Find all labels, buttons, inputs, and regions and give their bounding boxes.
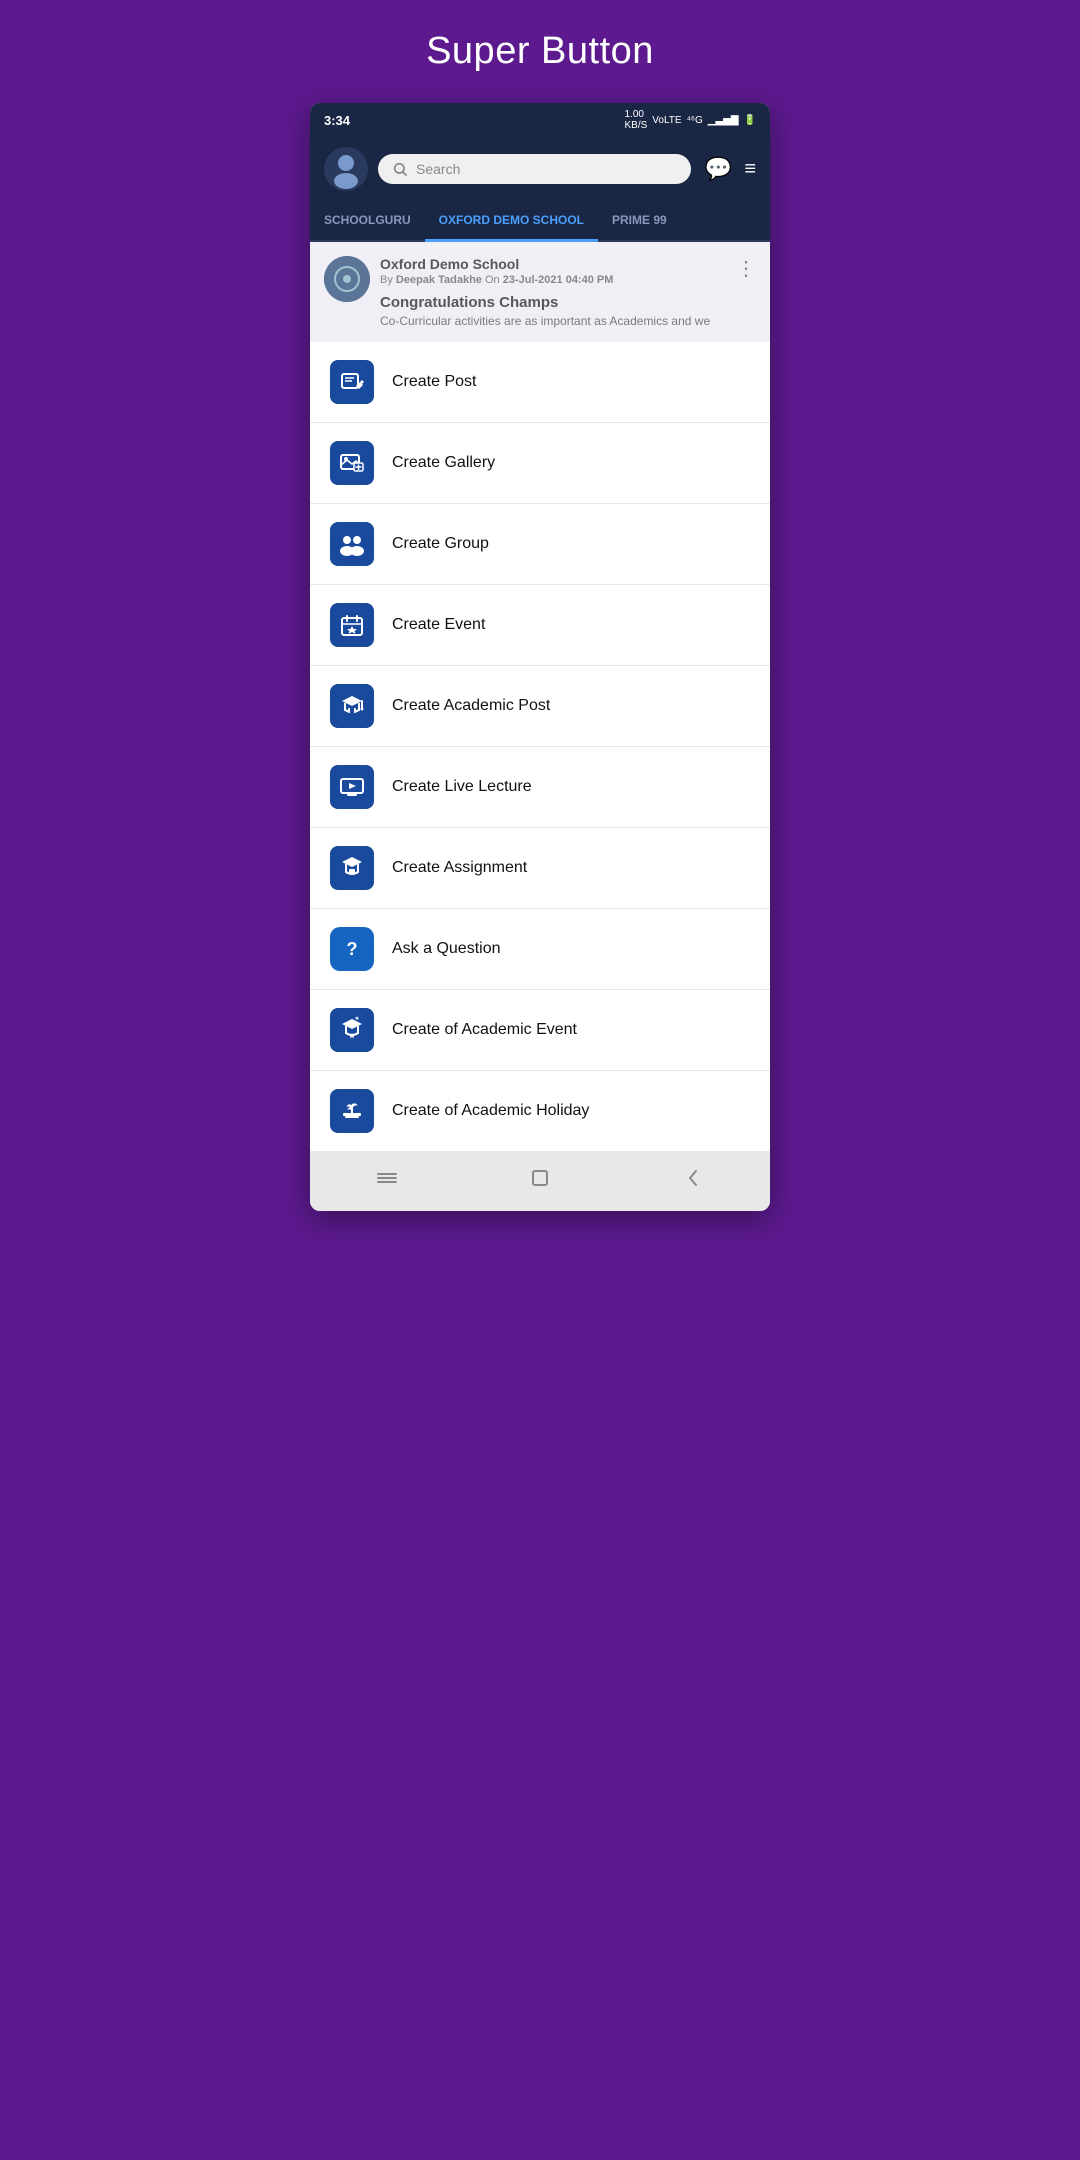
- create-live-lecture-label: Create Live Lecture: [392, 778, 532, 796]
- create-group-label: Create Group: [392, 535, 489, 553]
- search-icon: [392, 161, 408, 177]
- post-school-name: Oxford Demo School: [380, 256, 726, 272]
- create-gallery-icon-box: [330, 441, 374, 485]
- ask-question-icon: ?: [338, 935, 366, 963]
- create-post-label: Create Post: [392, 373, 476, 391]
- post-title: Congratulations Champs: [380, 294, 726, 311]
- message-icon[interactable]: 💬: [705, 156, 732, 182]
- battery-icon: 🔋: [744, 115, 756, 126]
- tab-prime99[interactable]: PRIME 99: [598, 201, 681, 240]
- create-academic-event-icon: [338, 1016, 366, 1044]
- page-wrapper: Super Button 3:34 1.00KB/S VoLTE ⁴⁶G ▁▃▅…: [270, 0, 810, 1251]
- create-academic-event-label: Create of Academic Event: [392, 1021, 577, 1039]
- post-meta: By Deepak Tadakhe On 23-Jul-2021 04:40 P…: [380, 274, 726, 286]
- ask-question-icon-box: ?: [330, 927, 374, 971]
- status-right: 1.00KB/S VoLTE ⁴⁶G ▁▃▅▇ 🔋: [625, 109, 757, 131]
- tab-schoolguru[interactable]: SCHOOLGURU: [310, 201, 425, 240]
- create-assignment-icon-box: [330, 846, 374, 890]
- page-title: Super Button: [426, 30, 654, 73]
- create-academic-post-icon: [338, 692, 366, 720]
- search-bar[interactable]: Search: [378, 154, 691, 184]
- svg-text:?: ?: [347, 939, 358, 959]
- bottom-nav-back[interactable]: [374, 1165, 400, 1197]
- ask-question-label: Ask a Question: [392, 940, 501, 958]
- more-options-icon[interactable]: ⋮: [736, 256, 756, 281]
- bottom-nav-home[interactable]: [527, 1165, 553, 1197]
- status-volte: VoLTE: [652, 115, 681, 126]
- menu-list: Create Post Create Gallery: [310, 342, 770, 1151]
- create-assignment-icon: [338, 854, 366, 882]
- post-date: 23-Jul-2021 04:40 PM: [503, 274, 614, 286]
- create-event-icon: [338, 611, 366, 639]
- create-event-label: Create Event: [392, 616, 485, 634]
- create-post-icon: [338, 368, 366, 396]
- status-bar: 3:34 1.00KB/S VoLTE ⁴⁶G ▁▃▅▇ 🔋: [310, 103, 770, 137]
- create-academic-holiday-icon-box: [330, 1089, 374, 1133]
- menu-item-create-assignment[interactable]: Create Assignment: [310, 828, 770, 909]
- menu-item-create-gallery[interactable]: Create Gallery: [310, 423, 770, 504]
- create-event-icon-box: [330, 603, 374, 647]
- search-text: Search: [416, 161, 460, 177]
- menu-item-create-group[interactable]: Create Group: [310, 504, 770, 585]
- user-avatar[interactable]: [324, 147, 368, 191]
- menu-item-create-event[interactable]: Create Event: [310, 585, 770, 666]
- signal-icon: ▁▃▅▇: [708, 115, 739, 126]
- menu-item-create-academic-post[interactable]: Create Academic Post: [310, 666, 770, 747]
- create-assignment-label: Create Assignment: [392, 859, 527, 877]
- create-post-icon-box: [330, 360, 374, 404]
- status-time: 3:34: [324, 113, 350, 128]
- phone-frame: 3:34 1.00KB/S VoLTE ⁴⁶G ▁▃▅▇ 🔋: [310, 103, 770, 1211]
- menu-item-create-post[interactable]: Create Post: [310, 342, 770, 423]
- menu-item-create-academic-event[interactable]: Create of Academic Event: [310, 990, 770, 1071]
- post-info: Oxford Demo School By Deepak Tadakhe On …: [380, 256, 726, 328]
- status-4g: ⁴⁶G: [687, 115, 703, 126]
- menu-item-create-live-lecture[interactable]: Create Live Lecture: [310, 747, 770, 828]
- post-author: Deepak Tadakhe: [396, 274, 482, 286]
- create-academic-event-icon-box: [330, 1008, 374, 1052]
- menu-icon[interactable]: ≡: [744, 158, 756, 181]
- create-academic-holiday-label: Create of Academic Holiday: [392, 1102, 589, 1120]
- create-group-icon: [338, 530, 366, 558]
- create-academic-post-label: Create Academic Post: [392, 697, 550, 715]
- tabs-row: SCHOOLGURU OXFORD DEMO SCHOOL PRIME 99: [310, 201, 770, 242]
- bottom-nav-back-arrow[interactable]: [680, 1165, 706, 1197]
- create-live-lecture-icon-box: [330, 765, 374, 809]
- create-academic-post-icon-box: [330, 684, 374, 728]
- menu-item-ask-question[interactable]: ? Ask a Question: [310, 909, 770, 990]
- app-bar-icons: 💬 ≡: [705, 156, 756, 182]
- create-gallery-icon: [338, 449, 366, 477]
- create-group-icon-box: [330, 522, 374, 566]
- create-gallery-label: Create Gallery: [392, 454, 495, 472]
- create-live-lecture-icon: [338, 773, 366, 801]
- menu-item-create-academic-holiday[interactable]: Create of Academic Holiday: [310, 1071, 770, 1151]
- post-card: Oxford Demo School By Deepak Tadakhe On …: [310, 242, 770, 342]
- post-body: Co-Curricular activities are as importan…: [380, 314, 726, 328]
- school-avatar: [324, 256, 370, 302]
- app-bar: Search 💬 ≡: [310, 137, 770, 201]
- status-kb: 1.00KB/S: [625, 109, 648, 131]
- tab-oxford[interactable]: OXFORD DEMO SCHOOL: [425, 201, 598, 242]
- bottom-nav: [310, 1151, 770, 1211]
- create-academic-holiday-icon: [338, 1097, 366, 1125]
